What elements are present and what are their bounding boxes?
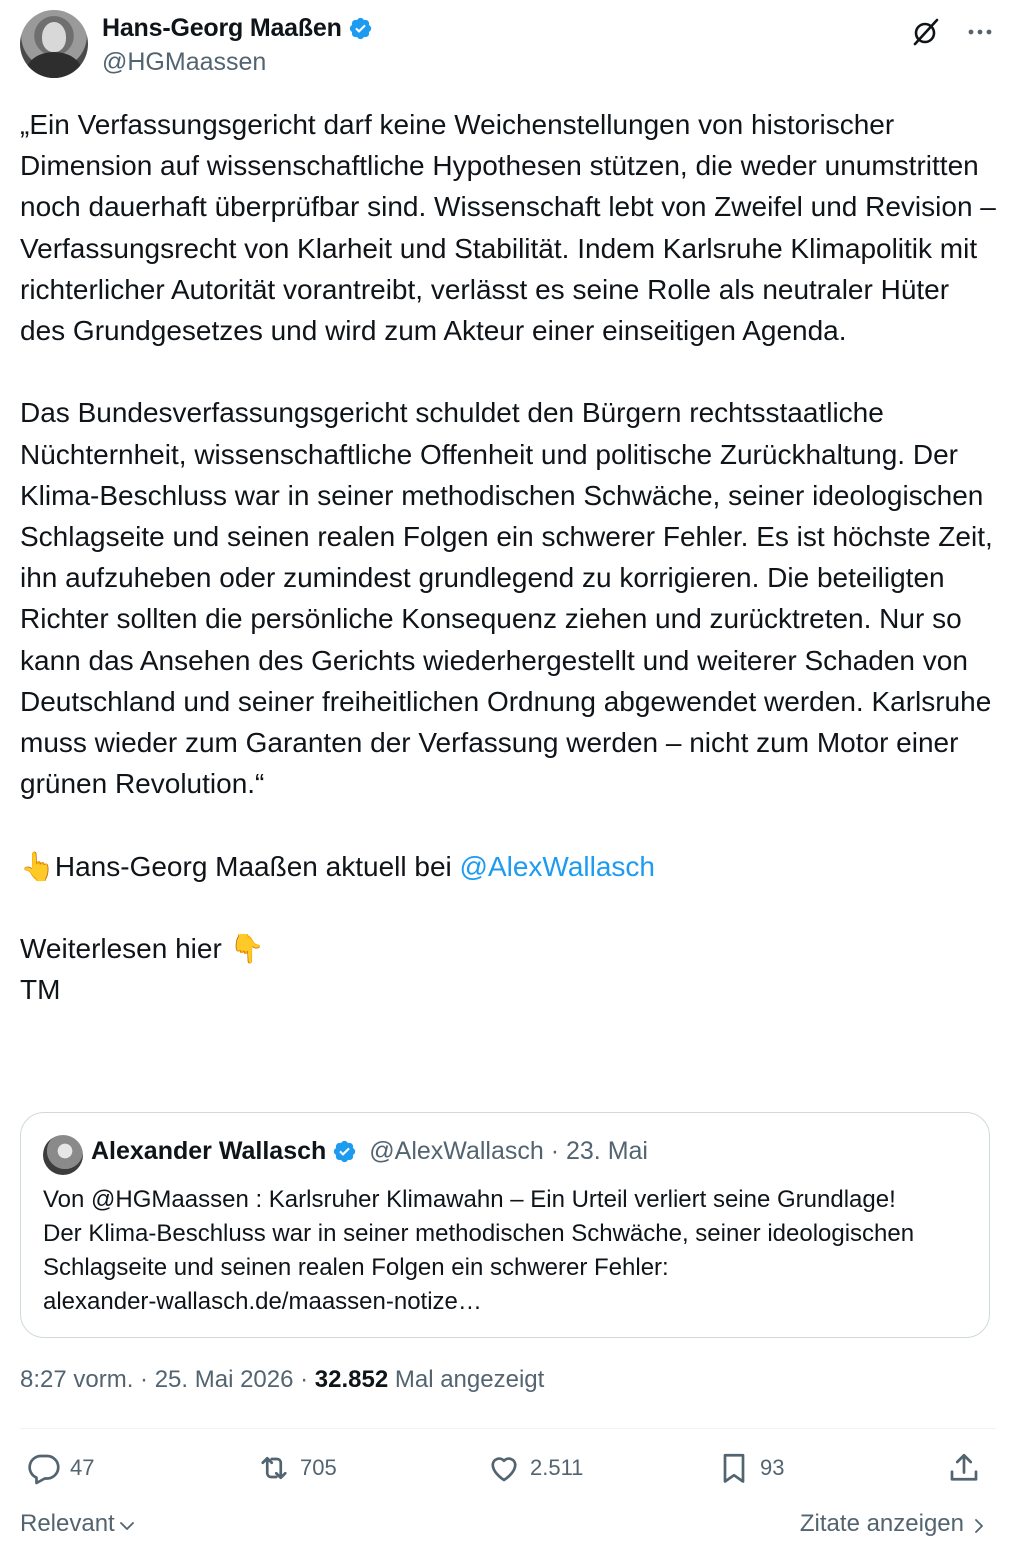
like-count: 2.511 bbox=[530, 1455, 584, 1480]
tweet-body: „Ein Verfassungsgericht darf keine Weich… bbox=[20, 104, 996, 1010]
header-actions bbox=[910, 16, 996, 48]
mention-link[interactable]: @AlexWallasch bbox=[460, 851, 655, 882]
share-button[interactable] bbox=[946, 1450, 982, 1486]
tweet-header: Hans-Georg Maaßen @HGMaassen bbox=[20, 10, 996, 82]
reply-count: 47 bbox=[70, 1455, 95, 1480]
tweet-line-source: Hans-Georg Maaßen aktuell bei bbox=[54, 850, 460, 882]
tweet-line-signature: TM bbox=[20, 974, 61, 1006]
quoted-author-name[interactable]: Alexander Wallasch bbox=[91, 1137, 326, 1166]
more-options-button[interactable] bbox=[964, 16, 996, 48]
quoted-author-avatar[interactable] bbox=[43, 1135, 83, 1175]
conversation-footer: Relevant Zitate anzeigen bbox=[20, 1508, 996, 1544]
sort-label: Relevant bbox=[20, 1510, 115, 1537]
action-bar: 47 705 2.511 93 bbox=[20, 1450, 996, 1494]
views-label: Mal angezeigt bbox=[388, 1366, 545, 1393]
like-button[interactable]: 2.511 bbox=[486, 1450, 583, 1486]
grok-icon bbox=[913, 18, 939, 46]
verified-badge-icon bbox=[349, 17, 371, 40]
chevron-down-icon bbox=[119, 1522, 134, 1530]
avatar-shoulders bbox=[26, 52, 82, 78]
reply-icon bbox=[28, 1454, 60, 1485]
avatar-face bbox=[42, 22, 66, 52]
bookmark-icon bbox=[723, 1453, 745, 1483]
tweet-paragraph-1: „Ein Verfassungsgericht darf keine Weich… bbox=[20, 109, 1004, 347]
tweet-meta: 8:27 vorm. · 25. Mai 2026 · 32.852 Mal a… bbox=[20, 1366, 544, 1394]
quoted-tweet-card[interactable]: Alexander Wallasch @AlexWallasch · 23. M… bbox=[20, 1112, 990, 1338]
quoted-tweet-header: Alexander Wallasch @AlexWallasch · 23. M… bbox=[91, 1137, 648, 1166]
repost-count: 705 bbox=[300, 1455, 337, 1480]
tweet-line-readmore: Weiterlesen hier bbox=[20, 933, 230, 965]
view-quotes-link[interactable]: Zitate anzeigen bbox=[800, 1510, 988, 1538]
repost-icon bbox=[261, 1456, 287, 1480]
quoted-verified-badge-icon bbox=[334, 1140, 356, 1163]
reply-button[interactable]: 47 bbox=[26, 1450, 94, 1486]
share-icon bbox=[950, 1453, 978, 1481]
bookmark-button[interactable]: 93 bbox=[716, 1450, 784, 1486]
tweet-timestamp[interactable]: 8:27 vorm. · 25. Mai 2026 · bbox=[20, 1366, 315, 1393]
heart-icon bbox=[491, 1457, 517, 1482]
views-count: 32.852 bbox=[314, 1366, 389, 1393]
author-display-name[interactable]: Hans-Georg Maaßen bbox=[102, 14, 342, 43]
pointing-up-emoji: 👆 bbox=[20, 850, 55, 882]
sort-dropdown[interactable]: Relevant bbox=[20, 1510, 137, 1538]
grok-button[interactable] bbox=[910, 16, 942, 48]
author-handle[interactable]: @HGMaassen bbox=[102, 48, 266, 77]
repost-button[interactable]: 705 bbox=[256, 1450, 337, 1486]
chevron-right-icon bbox=[975, 1519, 983, 1533]
quoted-handle-date[interactable]: @AlexWallasch · 23. Mai bbox=[369, 1137, 648, 1166]
bookmark-count: 93 bbox=[760, 1455, 785, 1480]
divider bbox=[20, 1428, 996, 1429]
pointing-down-emoji: 👇 bbox=[229, 933, 265, 965]
tweet-paragraph-2: Das Bundesverfassungsgericht schuldet de… bbox=[20, 397, 1001, 800]
author-avatar[interactable] bbox=[20, 10, 88, 78]
quoted-tweet-text: Von @HGMaassen : Karlsruher Klimawahn – … bbox=[43, 1186, 915, 1315]
quotes-label: Zitate anzeigen bbox=[799, 1510, 964, 1537]
more-dots-icon bbox=[968, 29, 992, 35]
author-name-row: Hans-Georg Maaßen bbox=[102, 14, 373, 43]
